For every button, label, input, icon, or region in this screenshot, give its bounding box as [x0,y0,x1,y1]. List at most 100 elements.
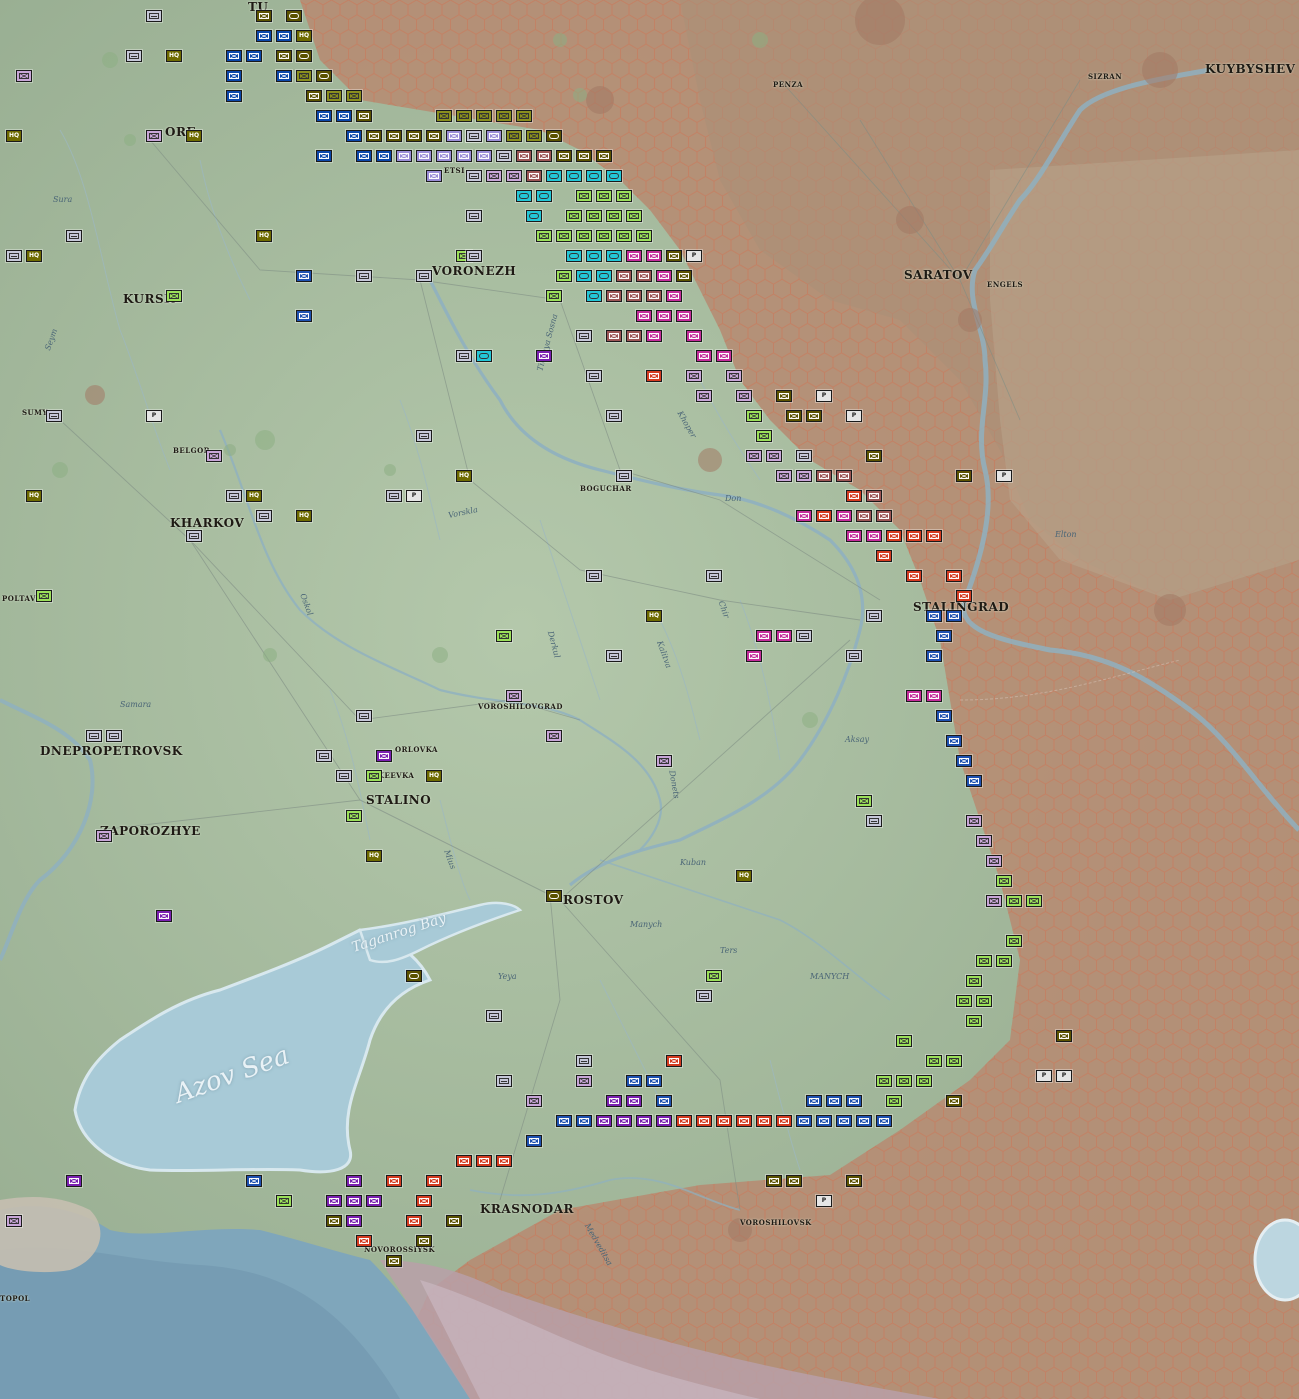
unit-counter[interactable] [905,569,923,583]
unit-counter[interactable]: P [145,409,163,423]
unit-counter[interactable] [655,309,673,323]
unit-counter[interactable] [335,109,353,123]
unit-counter[interactable] [625,249,643,263]
unit-counter[interactable] [775,629,793,643]
unit-counter[interactable] [955,589,973,603]
city-voroshilovsk[interactable]: VOROSHILOVSK [740,1218,812,1227]
unit-counter[interactable] [605,1094,623,1108]
unit-counter[interactable] [105,729,123,743]
unit-counter[interactable] [295,69,313,83]
unit-counter[interactable] [795,509,813,523]
unit-counter[interactable] [575,1074,593,1088]
unit-counter[interactable] [905,689,923,703]
unit-counter[interactable]: HQ [365,849,383,863]
unit-counter[interactable] [645,329,663,343]
unit-counter[interactable] [925,609,943,623]
unit-counter[interactable] [485,129,503,143]
unit-counter[interactable] [675,309,693,323]
unit-counter[interactable] [845,529,863,543]
unit-counter[interactable] [475,1154,493,1168]
unit-counter[interactable] [485,169,503,183]
unit-counter[interactable] [715,1114,733,1128]
unit-counter[interactable] [725,369,743,383]
unit-counter[interactable]: HQ [25,249,43,263]
unit-counter[interactable] [785,1174,803,1188]
unit-counter[interactable] [375,749,393,763]
unit-counter[interactable] [585,249,603,263]
unit-counter[interactable] [345,1194,363,1208]
unit-counter[interactable] [605,169,623,183]
unit-counter[interactable] [585,369,603,383]
unit-counter[interactable] [505,169,523,183]
unit-counter[interactable] [745,449,763,463]
unit-counter[interactable]: HQ [735,869,753,883]
unit-counter[interactable] [355,149,373,163]
unit-counter[interactable] [525,129,543,143]
unit-counter[interactable] [605,649,623,663]
unit-counter[interactable] [505,689,523,703]
unit-counter[interactable] [945,1054,963,1068]
unit-counter[interactable] [695,349,713,363]
unit-counter[interactable] [465,169,483,183]
unit-counter[interactable]: HQ [425,769,443,783]
unit-counter[interactable] [655,754,673,768]
unit-counter[interactable] [735,389,753,403]
unit-counter[interactable]: P [685,249,703,263]
unit-counter[interactable] [975,954,993,968]
city-gorlovka[interactable]: ORLOVKA [395,745,438,754]
unit-counter[interactable] [605,329,623,343]
unit-counter[interactable] [595,1114,613,1128]
unit-counter[interactable] [455,1154,473,1168]
unit-counter[interactable] [915,1074,933,1088]
unit-counter[interactable]: HQ [645,609,663,623]
unit-counter[interactable] [315,749,333,763]
unit-counter[interactable] [825,1094,843,1108]
unit-counter[interactable] [525,1134,543,1148]
unit-counter[interactable] [855,509,873,523]
unit-counter[interactable] [575,329,593,343]
strategic-map[interactable]: Azov Sea Taganrog Bay Don Chir Donets Ku… [0,0,1299,1399]
unit-counter[interactable] [255,509,273,523]
unit-counter[interactable] [165,289,183,303]
unit-counter[interactable] [345,809,363,823]
unit-counter[interactable] [635,1114,653,1128]
unit-counter[interactable] [285,9,303,23]
unit-counter[interactable]: P [1035,1069,1053,1083]
unit-counter[interactable] [465,249,483,263]
unit-counter[interactable] [995,874,1013,888]
unit-counter[interactable] [645,249,663,263]
unit-counter[interactable] [405,969,423,983]
unit-counter[interactable] [545,729,563,743]
unit-counter[interactable] [435,149,453,163]
unit-counter[interactable] [615,469,633,483]
unit-counter[interactable] [525,209,543,223]
unit-counter[interactable]: HQ [295,509,313,523]
unit-counter[interactable]: HQ [255,229,273,243]
city-kuybyshev[interactable]: KUYBYSHEV [1205,62,1296,76]
unit-counter[interactable] [965,974,983,988]
city-simferopol[interactable]: TOPOL [0,1294,30,1303]
unit-counter[interactable] [585,169,603,183]
unit-counter[interactable] [875,509,893,523]
unit-counter[interactable] [865,814,883,828]
unit-counter[interactable] [955,994,973,1008]
unit-counter[interactable] [625,209,643,223]
unit-counter[interactable] [465,209,483,223]
unit-counter[interactable] [305,89,323,103]
unit-counter[interactable] [345,89,363,103]
unit-counter[interactable] [665,289,683,303]
unit-counter[interactable] [145,129,163,143]
unit-counter[interactable] [775,389,793,403]
unit-counter[interactable] [485,1009,503,1023]
unit-counter[interactable] [455,149,473,163]
unit-counter[interactable] [205,449,223,463]
unit-counter[interactable] [425,129,443,143]
unit-counter[interactable] [275,49,293,63]
unit-counter[interactable] [605,409,623,423]
unit-counter[interactable] [495,109,513,123]
unit-counter[interactable] [535,349,553,363]
unit-counter[interactable] [945,1094,963,1108]
unit-counter[interactable] [755,1114,773,1128]
unit-counter[interactable] [765,449,783,463]
city-engels[interactable]: ENGELS [987,280,1023,289]
